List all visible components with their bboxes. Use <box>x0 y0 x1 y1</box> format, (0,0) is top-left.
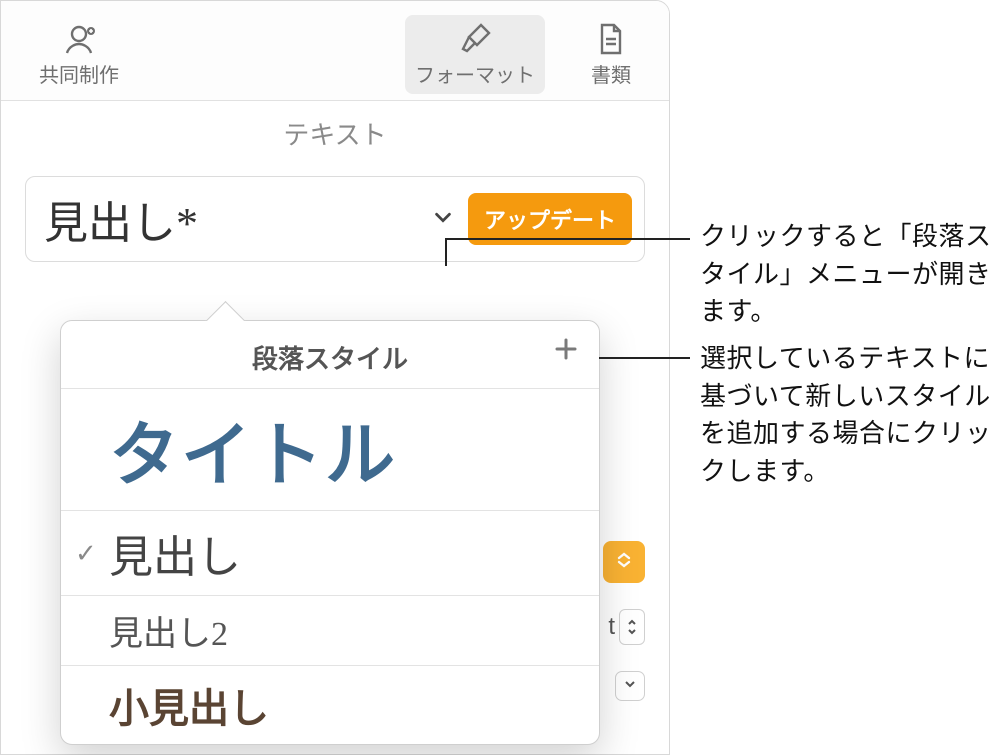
format-label: フォーマット <box>415 59 535 88</box>
callout-line <box>585 357 690 359</box>
style-row-label: 見出し2 <box>109 606 228 655</box>
collaborate-label: 共同制作 <box>39 59 119 88</box>
popover-title: 段落スタイル <box>61 321 599 388</box>
format-brush-icon <box>457 21 493 57</box>
document-label: 書類 <box>591 59 631 88</box>
checkmark-icon: ✓ <box>75 538 97 569</box>
current-style-name: 見出し* <box>44 187 418 251</box>
style-list: タイトル ✓ 見出し 見出し2 小見出し <box>61 388 599 744</box>
style-row-title[interactable]: タイトル <box>61 388 599 510</box>
format-button[interactable]: フォーマット <box>405 15 545 94</box>
style-row-label: タイトル <box>109 399 397 500</box>
color-popup-button[interactable] <box>603 541 645 583</box>
disclosure-button[interactable] <box>615 671 645 701</box>
document-icon <box>593 21 629 57</box>
document-button[interactable]: 書類 <box>581 15 641 94</box>
style-row-label: 見出し <box>109 521 241 585</box>
style-menu-chevron[interactable] <box>426 202 460 236</box>
text-tab[interactable]: テキスト <box>1 101 669 160</box>
style-row-label: 小見出し <box>109 676 269 734</box>
stepper-arrows-icon <box>619 609 645 645</box>
add-style-button[interactable] <box>549 335 583 369</box>
point-size-stepper[interactable]: t <box>608 609 645 645</box>
chevron-down-icon <box>623 677 637 696</box>
plus-icon <box>553 336 579 369</box>
callout-line <box>445 238 690 240</box>
callout-line <box>445 238 447 266</box>
paragraph-style-field[interactable]: 見出し* アップデート <box>25 176 645 262</box>
stepper-unit: t <box>608 613 615 641</box>
style-row-subheading[interactable]: 小見出し <box>61 665 599 744</box>
collaborate-icon <box>61 21 97 57</box>
callout-add-style: 選択しているテキストに基づいて新しいスタイルを追加する場合にクリックします。 <box>700 340 1003 491</box>
background-controls: t <box>603 541 645 701</box>
paragraph-styles-popover: 段落スタイル タイトル ✓ 見出し 見出し2 小見出し <box>60 320 600 745</box>
callout-open-menu: クリックすると「段落スタイル」メニューが開きます。 <box>700 218 1000 331</box>
style-row-heading2[interactable]: 見出し2 <box>61 595 599 665</box>
popover-title-text: 段落スタイル <box>252 344 408 374</box>
collaborate-button[interactable]: 共同制作 <box>29 15 129 94</box>
top-toolbar: 共同制作 フォーマット <box>1 1 669 101</box>
chevron-down-icon <box>432 206 454 233</box>
up-down-chevron-icon <box>615 551 633 574</box>
style-row-heading[interactable]: ✓ 見出し <box>61 510 599 595</box>
